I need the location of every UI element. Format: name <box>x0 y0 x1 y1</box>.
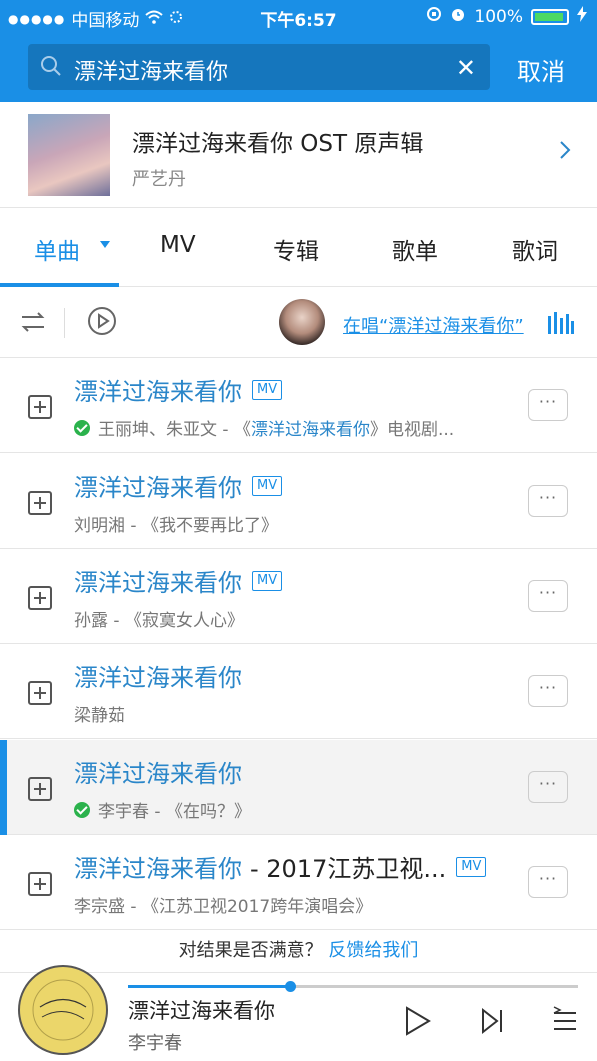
song-title: 漂洋过海来看你 <box>74 569 242 597</box>
downloaded-check-icon <box>74 419 90 436</box>
more-options-button[interactable]: ··· <box>528 485 568 517</box>
more-options-button[interactable]: ··· <box>528 771 568 803</box>
add-to-playlist-icon[interactable] <box>28 777 52 801</box>
singing-link[interactable]: 在唱“漂洋过海来看你” <box>343 312 524 338</box>
add-to-playlist-icon[interactable] <box>28 491 52 515</box>
add-to-playlist-icon[interactable] <box>28 872 52 896</box>
battery-icon <box>531 8 569 25</box>
mini-player[interactable]: 漂洋过海来看你 李宇春 <box>0 965 597 1061</box>
song-artist: 王丽坤、朱亚文 - 《 <box>98 420 251 440</box>
toolbar-divider <box>64 308 65 338</box>
charging-icon <box>577 6 587 27</box>
tab-playlists[interactable]: 歌单 <box>392 232 438 266</box>
song-row-playing[interactable]: 漂洋过海来看你 李宇春 - 《在吗？》 ··· <box>0 740 597 835</box>
song-album-highlight: 漂洋过海来看你 <box>250 420 370 440</box>
song-title: 漂洋过海来看你 <box>74 760 242 788</box>
result-tabs: 单曲 MV 专辑 歌单 歌词 <box>0 208 597 287</box>
mv-badge[interactable]: MV <box>252 570 283 591</box>
search-icon <box>40 55 62 77</box>
header-bar: ●●●●● 中国移动 下午6:57 100% 漂洋过海来看你 ✕ 取消 <box>0 0 597 102</box>
progress-knob[interactable] <box>285 981 296 992</box>
song-subtitle: 梁静茹 <box>74 706 125 726</box>
mv-badge[interactable]: MV <box>252 379 283 400</box>
album-result-card[interactable]: 漂洋过海来看你 OST 原声辑 严艺丹 <box>0 102 597 208</box>
tab-lyrics[interactable]: 歌词 <box>512 232 558 266</box>
more-options-button[interactable]: ··· <box>528 389 568 421</box>
feedback-question: 对结果是否满意？ <box>178 940 323 961</box>
clear-icon[interactable]: ✕ <box>456 54 476 82</box>
equalizer-icon[interactable] <box>548 312 574 338</box>
next-track-icon[interactable] <box>480 1005 506 1041</box>
song-row[interactable]: 漂洋过海来看你 MV 孙露 - 《寂寞女人心》 ··· <box>0 549 597 644</box>
battery-label: 100% <box>474 6 523 27</box>
song-title: 漂洋过海来看你 <box>74 474 242 502</box>
batch-select-icon[interactable] <box>20 310 46 338</box>
add-to-playlist-icon[interactable] <box>28 681 52 705</box>
play-all-icon[interactable] <box>87 306 117 340</box>
progress-fill <box>128 985 290 988</box>
song-subtitle: 李宗盛 - 《江苏卫视2017跨年演唱会》 <box>74 897 373 917</box>
tab-albums[interactable]: 专辑 <box>273 232 319 266</box>
play-icon[interactable] <box>404 1005 432 1041</box>
cancel-button[interactable]: 取消 <box>517 52 565 87</box>
feedback-bar: 对结果是否满意？ 反馈给我们 <box>0 922 597 972</box>
album-disc-art[interactable] <box>18 965 108 1055</box>
feedback-link[interactable]: 反馈给我们 <box>328 940 418 961</box>
add-to-playlist-icon[interactable] <box>28 586 52 610</box>
downloaded-check-icon <box>74 801 90 818</box>
status-bar: ●●●●● 中国移动 下午6:57 100% <box>0 0 597 34</box>
album-artist: 严艺丹 <box>132 169 186 190</box>
more-options-button[interactable]: ··· <box>528 866 568 898</box>
more-options-button[interactable]: ··· <box>528 580 568 612</box>
mv-badge[interactable]: MV <box>456 856 487 877</box>
search-query[interactable]: 漂洋过海来看你 <box>74 54 228 86</box>
song-title: 漂洋过海来看你 <box>74 664 242 692</box>
alarm-icon <box>450 6 466 27</box>
tab-songs[interactable]: 单曲 <box>34 232 80 266</box>
progress-bar[interactable] <box>128 985 578 988</box>
song-title: 漂洋过海来看你 <box>74 378 242 406</box>
song-subtitle: 孙露 - 《寂寞女人心》 <box>74 611 244 631</box>
more-options-button[interactable]: ··· <box>528 675 568 707</box>
song-row[interactable]: 漂洋过海来看你 MV 刘明湘 - 《我不要再比了》 ··· <box>0 454 597 549</box>
song-title: 漂洋过海来看你 <box>74 855 242 883</box>
song-subtitle: 李宇春 - 《在吗？》 <box>98 802 251 822</box>
chevron-right-icon <box>559 140 571 164</box>
tab-dropdown-icon[interactable] <box>100 241 110 248</box>
song-title-extra: - 2017江苏卫视... <box>250 855 447 883</box>
tab-mv[interactable]: MV <box>160 232 196 258</box>
song-album-suffix: 》电视剧... <box>369 420 455 440</box>
album-title: 漂洋过海来看你 OST 原声辑 <box>132 131 424 157</box>
search-input[interactable]: 漂洋过海来看你 ✕ <box>28 44 490 90</box>
now-playing-indicator <box>0 740 7 835</box>
rotation-lock-icon <box>426 6 442 27</box>
singer-avatar[interactable] <box>279 299 325 345</box>
player-artist: 李宇春 <box>128 1033 182 1054</box>
song-row[interactable]: 漂洋过海来看你 梁静茹 ··· <box>0 644 597 739</box>
player-song-title: 漂洋过海来看你 <box>128 999 275 1023</box>
list-toolbar: 在唱“漂洋过海来看你” <box>0 288 597 358</box>
active-tab-indicator <box>0 283 119 287</box>
song-subtitle: 刘明湘 - 《我不要再比了》 <box>74 516 278 536</box>
add-to-playlist-icon[interactable] <box>28 395 52 419</box>
song-row[interactable]: 漂洋过海来看你 - 2017江苏卫视... MV 李宗盛 - 《江苏卫视2017… <box>0 835 597 930</box>
song-row[interactable]: 漂洋过海来看你 MV 王丽坤、朱亚文 - 《漂洋过海来看你 》电视剧... ··· <box>0 358 597 453</box>
album-cover <box>28 114 110 196</box>
mv-badge[interactable]: MV <box>252 475 283 496</box>
playlist-icon[interactable] <box>552 1005 578 1039</box>
